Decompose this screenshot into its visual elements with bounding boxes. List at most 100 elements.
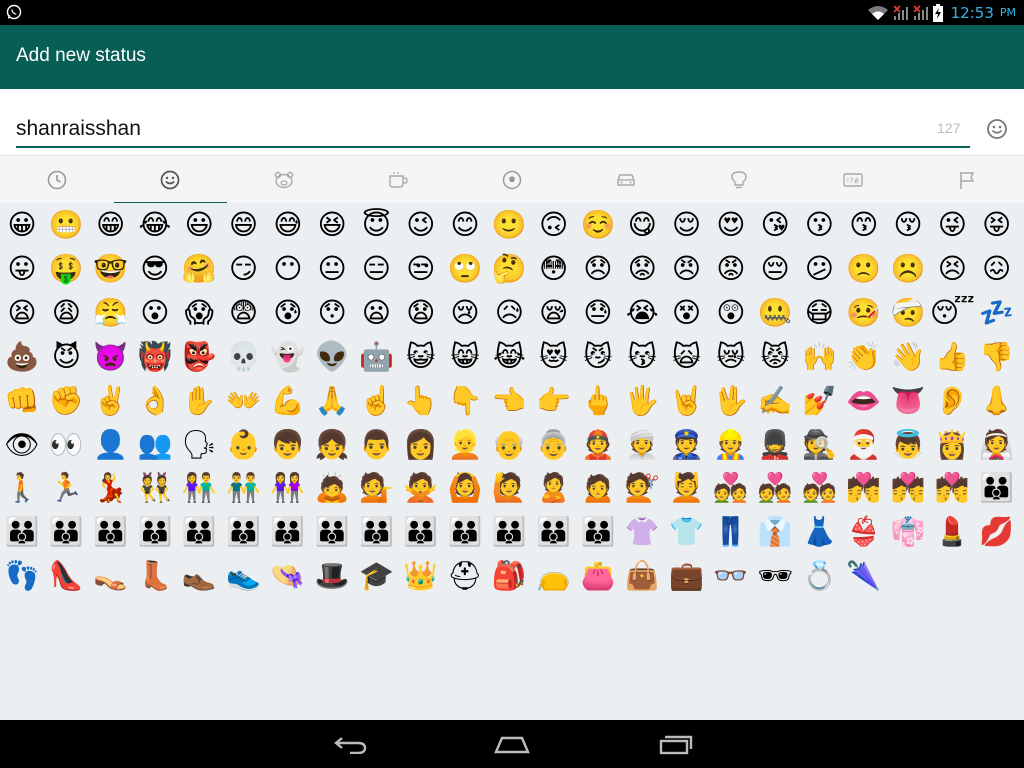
emoji-key[interactable]: 👞	[177, 554, 221, 598]
emoji-key[interactable]: 😬	[44, 203, 88, 247]
emoji-key[interactable]: 😢	[443, 291, 487, 335]
emoji-key[interactable]: 🕵	[797, 423, 841, 467]
emoji-key[interactable]: 😝	[975, 203, 1019, 247]
tab-animal-bear[interactable]	[228, 156, 341, 204]
emoji-key[interactable]: 😁	[89, 203, 133, 247]
emoji-key[interactable]: 👅	[886, 379, 930, 423]
emoji-key[interactable]: 🤒	[842, 291, 886, 335]
emoji-key[interactable]: 😓	[576, 291, 620, 335]
emoji-key[interactable]: 👪	[0, 510, 44, 554]
emoji-key[interactable]: 👍	[930, 335, 974, 379]
emoji-key[interactable]: 💏	[886, 466, 930, 510]
emoji-key[interactable]: 👇	[443, 379, 487, 423]
emoji-key[interactable]: 👟	[222, 554, 266, 598]
emoji-key[interactable]: 👪	[975, 466, 1019, 510]
emoji-key[interactable]: 🙆	[443, 466, 487, 510]
emoji-key[interactable]: 👑	[399, 554, 443, 598]
emoji-key[interactable]: 🙋	[487, 466, 531, 510]
emoji-key[interactable]: 😣	[930, 247, 974, 291]
emoji-key[interactable]: 👰	[975, 423, 1019, 467]
emoji-key[interactable]: 🤕	[886, 291, 930, 335]
emoji-key[interactable]: 🙌	[797, 335, 841, 379]
emoji-key[interactable]: 😛	[0, 247, 44, 291]
emoji-key[interactable]: 👦	[266, 423, 310, 467]
emoji-key[interactable]: 😒	[399, 247, 443, 291]
emoji-key[interactable]: 🗣	[177, 423, 221, 467]
emoji-key[interactable]: 👏	[842, 335, 886, 379]
emoji-key[interactable]: 😎	[133, 247, 177, 291]
emoji-key[interactable]: 😴	[930, 291, 975, 335]
emoji-key[interactable]: 😀	[0, 203, 44, 247]
emoji-key[interactable]: 👪	[487, 510, 531, 554]
emoji-key[interactable]: 🙅	[399, 466, 443, 510]
emoji-key[interactable]: 👽	[310, 335, 354, 379]
emoji-key[interactable]: 😦	[354, 291, 398, 335]
emoji-key[interactable]: 😩	[44, 291, 88, 335]
emoji-key[interactable]: 😜	[930, 203, 974, 247]
emoji-key[interactable]: 👒	[266, 554, 310, 598]
tab-flag[interactable]	[910, 156, 1023, 204]
emoji-key[interactable]: 👖	[709, 510, 753, 554]
emoji-key[interactable]: 👣	[0, 554, 44, 598]
emoji-key[interactable]: 😱	[177, 291, 221, 335]
emoji-key[interactable]: 👓	[709, 554, 753, 598]
emoji-key[interactable]: 😿	[709, 335, 753, 379]
emoji-key[interactable]: 😸	[443, 335, 487, 379]
emoji-key[interactable]: 🙃	[532, 203, 576, 247]
emoji-key[interactable]: 👀	[44, 423, 88, 467]
emoji-key[interactable]: 🤐	[753, 291, 797, 335]
emoji-key[interactable]: 💍	[797, 554, 841, 598]
emoji-key[interactable]: 💀	[222, 335, 266, 379]
emoji-key[interactable]: 😾	[753, 335, 797, 379]
emoji-key[interactable]: 👄	[842, 379, 886, 423]
emoji-key[interactable]: 😮	[133, 291, 177, 335]
emoji-key[interactable]: 😐	[310, 247, 354, 291]
emoji-key[interactable]: 🤑	[44, 247, 88, 291]
emoji-key[interactable]: 😅	[266, 203, 310, 247]
emoji-key[interactable]: 💪	[266, 379, 310, 423]
emoji-key[interactable]: 💏	[930, 466, 974, 510]
emoji-key[interactable]: 👥	[133, 423, 177, 467]
tab-lightbulb[interactable]	[683, 156, 796, 204]
emoji-key[interactable]: 👸	[930, 423, 974, 467]
emoji-key[interactable]: 😚	[886, 203, 930, 247]
emoji-key[interactable]: 👪	[532, 510, 576, 554]
emoji-key[interactable]: 💁	[354, 466, 398, 510]
emoji-key[interactable]: 👉	[532, 379, 576, 423]
emoji-key[interactable]: 👿	[89, 335, 133, 379]
emoji-key[interactable]: 💑	[797, 466, 841, 510]
emoji-key[interactable]: ☝️	[354, 379, 398, 423]
emoji-key[interactable]: 💋	[975, 510, 1019, 554]
emoji-key[interactable]: 👊	[0, 379, 44, 423]
emoji-key[interactable]: 👳	[620, 423, 664, 467]
emoji-key[interactable]: 👩	[399, 423, 443, 467]
emoji-key[interactable]: 😥	[487, 291, 531, 335]
emoji-key[interactable]: 😘	[753, 203, 797, 247]
emoji-key[interactable]: 🤓	[89, 247, 133, 291]
emoji-key[interactable]: 😷	[797, 291, 841, 335]
emoji-key[interactable]: 😗	[797, 203, 841, 247]
emoji-key[interactable]: 🤖	[354, 335, 398, 379]
emoji-key[interactable]: 😵	[665, 291, 709, 335]
emoji-key[interactable]: 👪	[133, 510, 177, 554]
emoji-key[interactable]: 💄	[930, 510, 974, 554]
emoji-key[interactable]: 😯	[310, 291, 354, 335]
emoji-key[interactable]: 👕	[665, 510, 709, 554]
emoji-key[interactable]: 🎒	[487, 554, 531, 598]
emoji-key[interactable]: 😫	[0, 291, 44, 335]
emoji-key[interactable]: 👹	[133, 335, 177, 379]
status-text-input[interactable]: shanraisshan	[16, 117, 970, 140]
emoji-key[interactable]: 👂	[930, 379, 974, 423]
emoji-key[interactable]: 👨	[354, 423, 398, 467]
emoji-key[interactable]: 😰	[266, 291, 310, 335]
emoji-key[interactable]: ☹️	[886, 247, 930, 291]
emoji-key[interactable]: 👼	[886, 423, 930, 467]
emoji-key[interactable]: 🤘	[665, 379, 709, 423]
emoji-key[interactable]: ✌️	[89, 379, 133, 423]
emoji-key[interactable]: 🙁	[842, 247, 886, 291]
emoji-key[interactable]: 👪	[576, 510, 620, 554]
emoji-key[interactable]: 😤	[89, 291, 133, 335]
emoji-key[interactable]: 🎓	[354, 554, 398, 598]
emoji-key[interactable]: 👌	[133, 379, 177, 423]
emoji-key[interactable]: 👠	[44, 554, 88, 598]
